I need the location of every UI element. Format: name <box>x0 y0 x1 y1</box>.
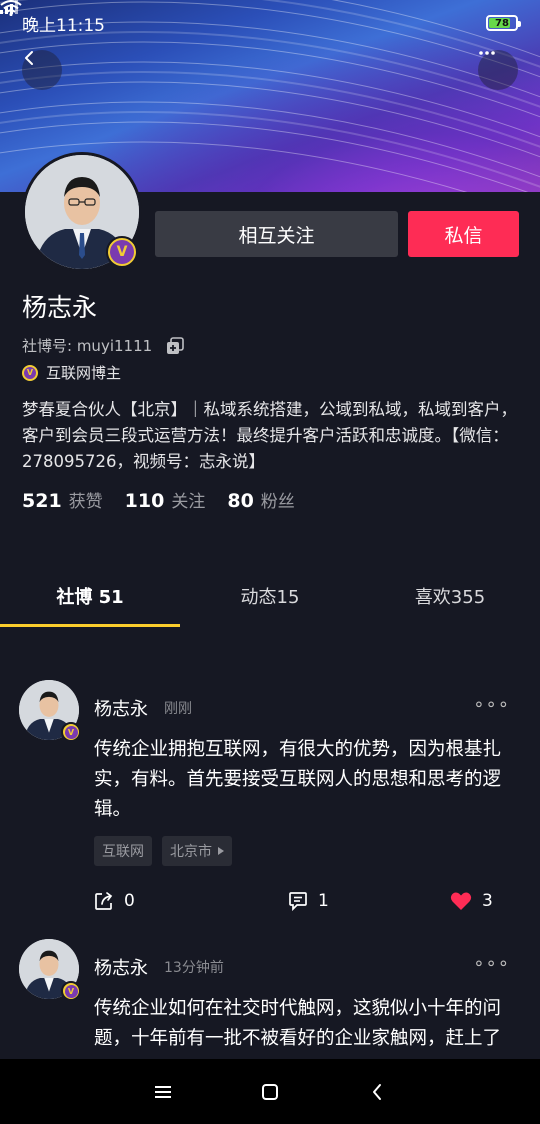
battery-indicator: 78 <box>486 15 521 31</box>
topic-tag[interactable]: 互联网 <box>94 836 152 866</box>
heart-icon <box>450 892 472 910</box>
stat-likes[interactable]: 521 获赞 <box>22 487 103 512</box>
post-author[interactable]: 杨志永 <box>94 954 148 980</box>
wifi-icon <box>0 0 22 16</box>
back-triangle-icon <box>372 1083 381 1100</box>
battery-level: 78 <box>495 17 509 29</box>
share-button[interactable]: 0 <box>94 891 135 911</box>
more-horizontal-icon <box>479 51 495 55</box>
menu-nav-button[interactable] <box>143 1072 183 1112</box>
role-label: 互联网博主 <box>46 364 122 382</box>
post-text[interactable]: 传统企业拥抱互联网，有很大的优势，因为根基扎实，有料。首先要接受互联网人的思想和… <box>94 735 522 825</box>
back-button[interactable] <box>22 50 62 90</box>
post-more-icon[interactable]: ∘∘∘ <box>473 694 510 715</box>
stat-following[interactable]: 110 关注 <box>125 487 206 512</box>
post-actions: 0 1 3 <box>0 891 540 921</box>
location-tag[interactable]: 北京市 <box>162 836 232 866</box>
profile-stats: 521 获赞 110 关注 80 粉丝 <box>22 487 295 512</box>
tab-activity[interactable]: 动态15 <box>180 565 360 627</box>
status-time: 晚上11:15 <box>22 15 105 36</box>
tab-posts[interactable]: 社博 51 <box>0 565 180 627</box>
comment-icon <box>289 892 307 911</box>
back-nav-button[interactable] <box>357 1072 397 1112</box>
chevron-left-icon <box>25 51 33 65</box>
mutual-follow-button[interactable]: 相互关注 <box>155 211 398 257</box>
status-bar: 晚上11:15 78 <box>0 0 540 46</box>
post-tags: 互联网 北京市 <box>94 836 232 866</box>
active-tab-indicator <box>0 624 180 627</box>
home-nav-button[interactable] <box>250 1072 290 1112</box>
post-avatar-container[interactable]: V <box>19 939 81 1001</box>
profile-role: V 互联网博主 <box>22 362 121 383</box>
comment-button[interactable]: 1 <box>288 891 329 911</box>
home-square-icon <box>261 1083 278 1100</box>
menu-icon <box>155 1085 172 1098</box>
post-author[interactable]: 杨志永 <box>94 695 148 721</box>
caret-right-icon <box>218 847 224 855</box>
verified-badge-icon: V <box>61 981 81 1001</box>
post-more-icon[interactable]: ∘∘∘ <box>473 953 510 974</box>
verified-small-icon: V <box>22 364 38 381</box>
stat-followers[interactable]: 80 粉丝 <box>227 487 294 512</box>
profile-id-row: 社博号: muyi1111 <box>22 335 184 356</box>
more-options-button[interactable] <box>478 50 518 90</box>
tab-likes[interactable]: 喜欢355 <box>360 565 540 627</box>
share-icon <box>95 892 113 910</box>
private-message-button[interactable]: 私信 <box>408 211 519 257</box>
system-navigation-bar <box>0 1059 540 1124</box>
verified-badge-icon: V <box>106 236 138 268</box>
verified-badge-icon: V <box>61 722 81 742</box>
profile-bio: 梦春夏合伙人【北京】｜私域系统搭建，公域到私域，私域到客户，客户到会员三段式运营… <box>22 400 517 471</box>
profile-id: 社博号: muyi1111 <box>22 337 153 355</box>
post-text[interactable]: 传统企业如何在社交时代触网，这貌似小十年的问题，十年前有一批不被看好的企业家触网… <box>94 994 522 1059</box>
profile-name: 杨志永 <box>22 293 98 322</box>
post-avatar-container[interactable]: V <box>19 680 81 742</box>
post-time: 刚刚 <box>164 701 192 717</box>
copy-icon[interactable] <box>166 336 184 355</box>
profile-tabs: 社博 51 动态15 喜欢355 <box>0 565 540 627</box>
profile-avatar-container[interactable]: V <box>22 152 142 272</box>
like-button[interactable]: 3 <box>450 891 493 911</box>
post-time: 13分钟前 <box>164 960 224 976</box>
